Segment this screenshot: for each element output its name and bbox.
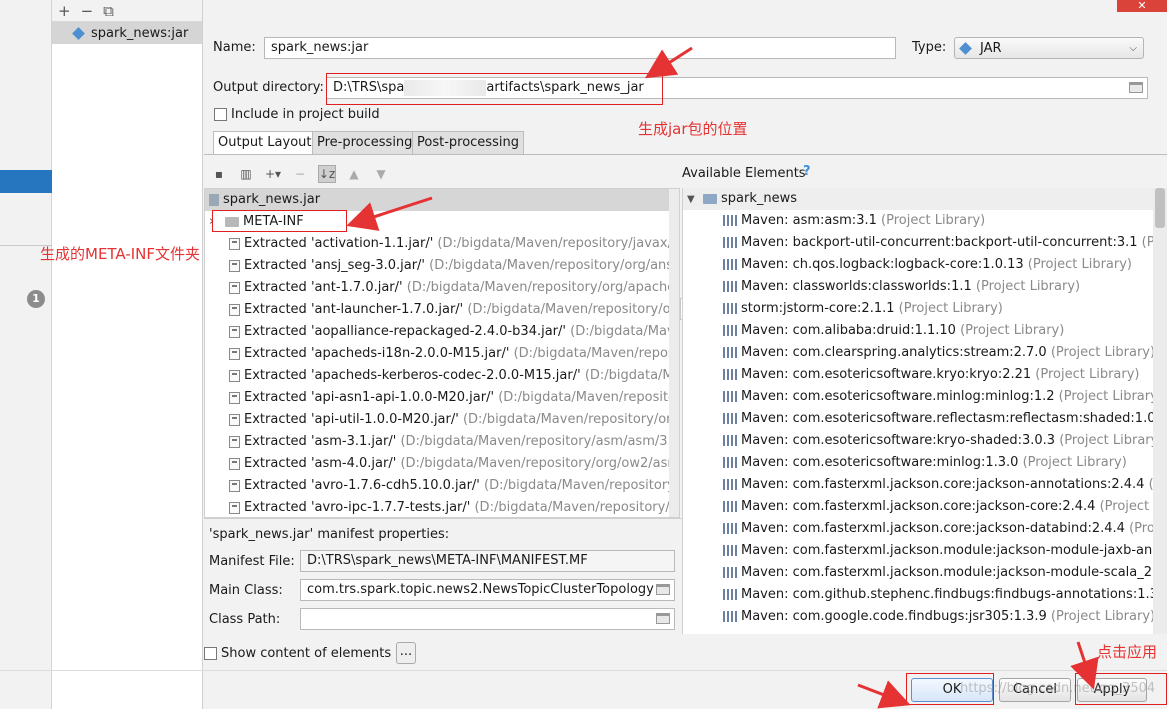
arrow-to-meta-inf — [346, 196, 433, 231]
arrow-to-output-dir — [644, 46, 693, 79]
arrow-to-apply — [1070, 641, 1099, 690]
arrow-to-ok — [857, 680, 911, 709]
annotation-arrows — [346, 46, 1099, 709]
